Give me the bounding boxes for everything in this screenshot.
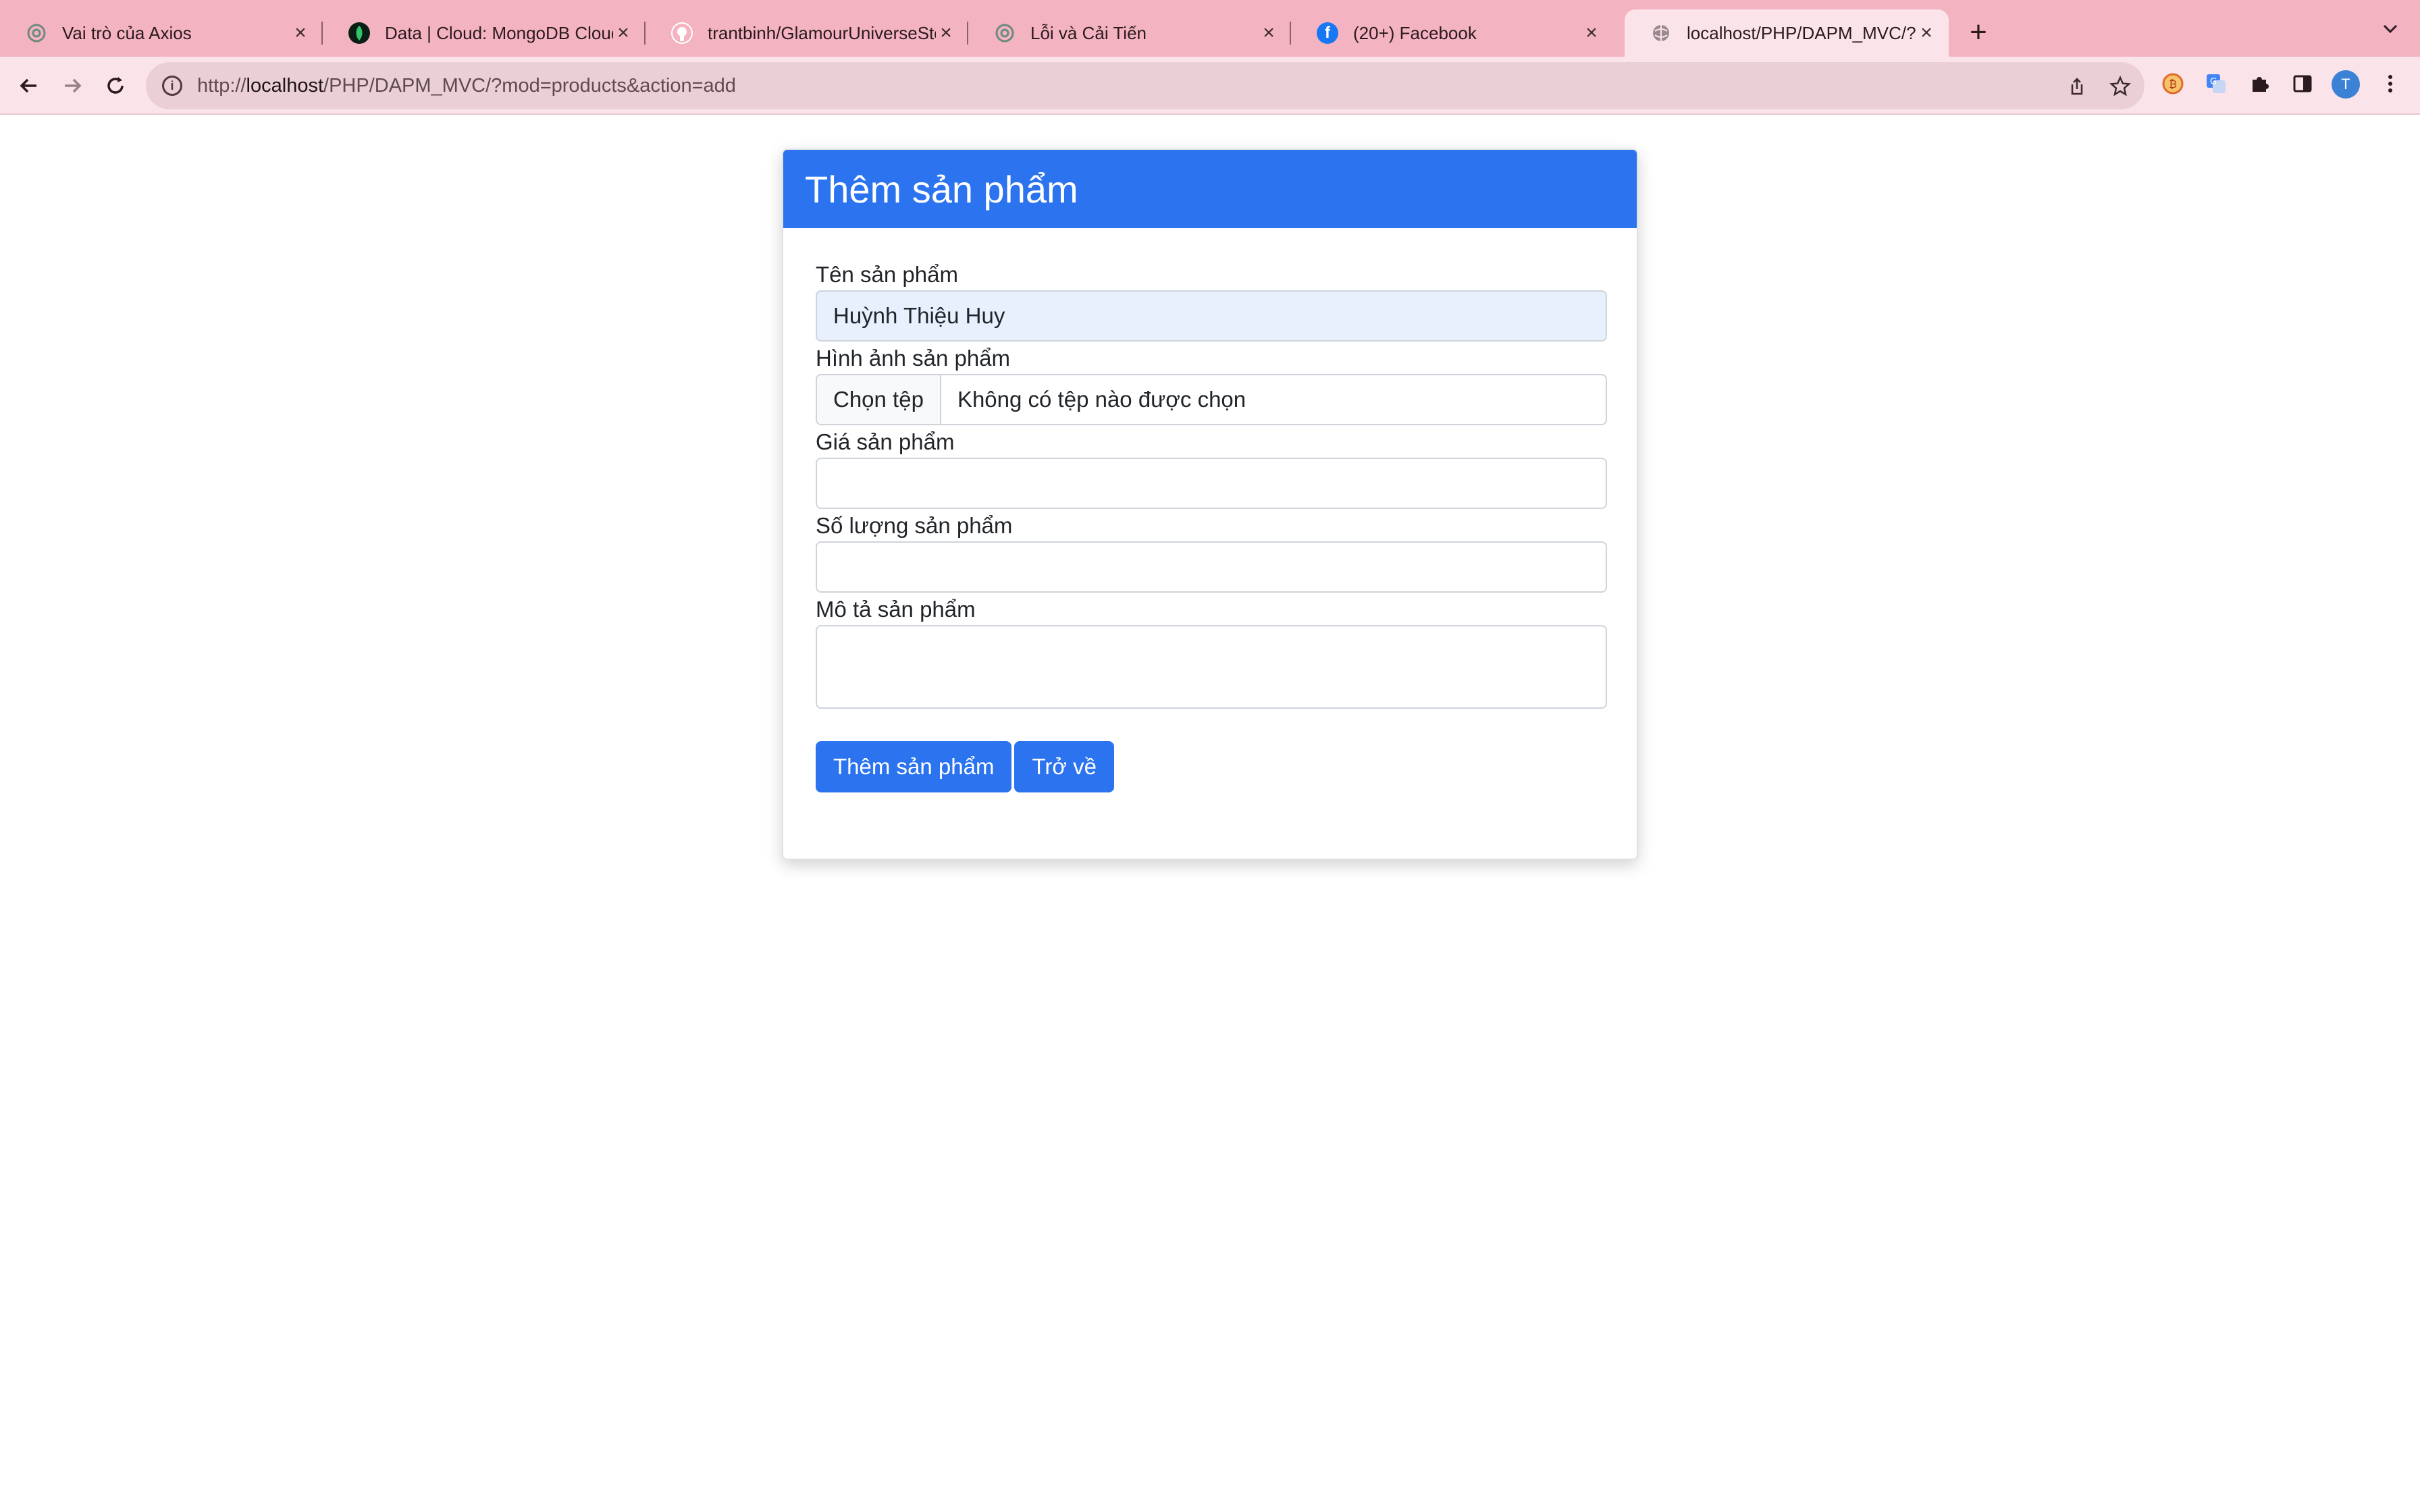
share-icon[interactable]	[2063, 73, 2090, 100]
info-icon[interactable]: i	[162, 76, 182, 96]
tab-title: localhost/PHP/DAPM_MVC/?m	[1687, 22, 1916, 43]
new-tab-icon[interactable]: +	[1964, 16, 1993, 49]
close-icon[interactable]: ×	[613, 22, 633, 45]
tab-github[interactable]: trantbinh/GlamourUniverseSto ×	[646, 9, 968, 57]
add-product-card: Thêm sản phẩm Tên sản phẩm Huỳnh Thiệu H…	[782, 148, 1638, 860]
openai-icon	[26, 22, 47, 44]
tab-facebook[interactable]: f (20+) Facebook ×	[1291, 9, 1614, 57]
add-product-form: Tên sản phẩm Huỳnh Thiệu Huy Hình ảnh sả…	[783, 228, 1637, 792]
translate-icon[interactable]: G	[2201, 69, 2231, 99]
tab-loi-cai-tien[interactable]: Lỗi và Cải Tiến ×	[968, 9, 1291, 57]
product-quantity-label: Số lượng sản phẩm	[816, 513, 1013, 538]
tab-title: Data | Cloud: MongoDB Cloud	[385, 22, 613, 43]
tab-title: Vai trò của Axios	[62, 22, 192, 43]
product-price-label: Giá sản phẩm	[816, 429, 955, 454]
tab-axios[interactable]: Vai trò của Axios ×	[0, 9, 323, 57]
browser-toolbar: i http://localhost/PHP/DAPM_MVC/?mod=pro…	[0, 57, 2420, 115]
url-text: http://localhost/PHP/DAPM_MVC/?mod=produ…	[197, 74, 736, 97]
more-menu-icon[interactable]	[2375, 69, 2405, 99]
close-icon[interactable]: ×	[1259, 22, 1279, 45]
svg-text:₿: ₿	[2169, 78, 2177, 90]
globe-icon	[1650, 22, 1672, 44]
back-arrow-icon[interactable]	[12, 69, 46, 103]
address-bar[interactable]: i http://localhost/PHP/DAPM_MVC/?mod=pro…	[146, 62, 2145, 109]
forward-arrow-icon[interactable]	[55, 69, 89, 103]
facebook-icon: f	[1317, 22, 1338, 44]
profile-avatar[interactable]: T	[2332, 70, 2360, 99]
bookmark-star-icon[interactable]	[2107, 73, 2134, 100]
form-actions: Thêm sản phẩm Trở về	[816, 741, 1604, 792]
extensions-puzzle-icon[interactable]	[2244, 69, 2274, 99]
product-name-input[interactable]: Huỳnh Thiệu Huy	[816, 290, 1607, 342]
tab-localhost[interactable]: localhost/PHP/DAPM_MVC/?m ×	[1625, 9, 1949, 57]
tab-title: trantbinh/GlamourUniverseSto	[708, 22, 936, 43]
github-icon	[671, 22, 693, 44]
product-image-file-input[interactable]: Chọn tệp Không có tệp nào được chọn	[816, 374, 1607, 425]
tab-title: Lỗi và Cải Tiến	[1030, 22, 1147, 43]
side-panel-icon[interactable]	[2288, 69, 2317, 99]
product-description-textarea[interactable]	[816, 625, 1607, 709]
close-icon[interactable]: ×	[1581, 22, 1602, 45]
back-button[interactable]: Trở về	[1014, 741, 1115, 792]
close-icon[interactable]: ×	[936, 22, 956, 45]
choose-file-button[interactable]: Chọn tệp	[817, 375, 941, 424]
add-product-button[interactable]: Thêm sản phẩm	[816, 741, 1012, 792]
tab-mongodb[interactable]: Data | Cloud: MongoDB Cloud ×	[323, 9, 646, 57]
svg-text:G: G	[2210, 77, 2217, 87]
tab-strip: Vai trò của Axios × Data | Cloud: MongoD…	[0, 0, 2420, 57]
openai-icon	[994, 22, 1016, 44]
close-icon[interactable]: ×	[1916, 22, 1937, 45]
extension-bitcoin-icon[interactable]: ₿	[2158, 69, 2188, 99]
mongodb-leaf-icon	[348, 22, 370, 44]
tab-title: (20+) Facebook	[1353, 22, 1477, 43]
product-image-label: Hình ảnh sản phẩm	[816, 346, 1011, 371]
product-name-label: Tên sản phẩm	[816, 262, 958, 287]
file-status-text: Không có tệp nào được chọn	[957, 387, 1246, 412]
product-quantity-input[interactable]	[816, 541, 1607, 593]
page-title: Thêm sản phẩm	[783, 150, 1637, 228]
chevron-down-icon[interactable]	[2377, 19, 2404, 46]
product-price-input[interactable]	[816, 458, 1607, 509]
close-icon[interactable]: ×	[290, 22, 311, 45]
product-description-label: Mô tả sản phẩm	[816, 597, 976, 622]
reload-icon[interactable]	[99, 69, 132, 103]
